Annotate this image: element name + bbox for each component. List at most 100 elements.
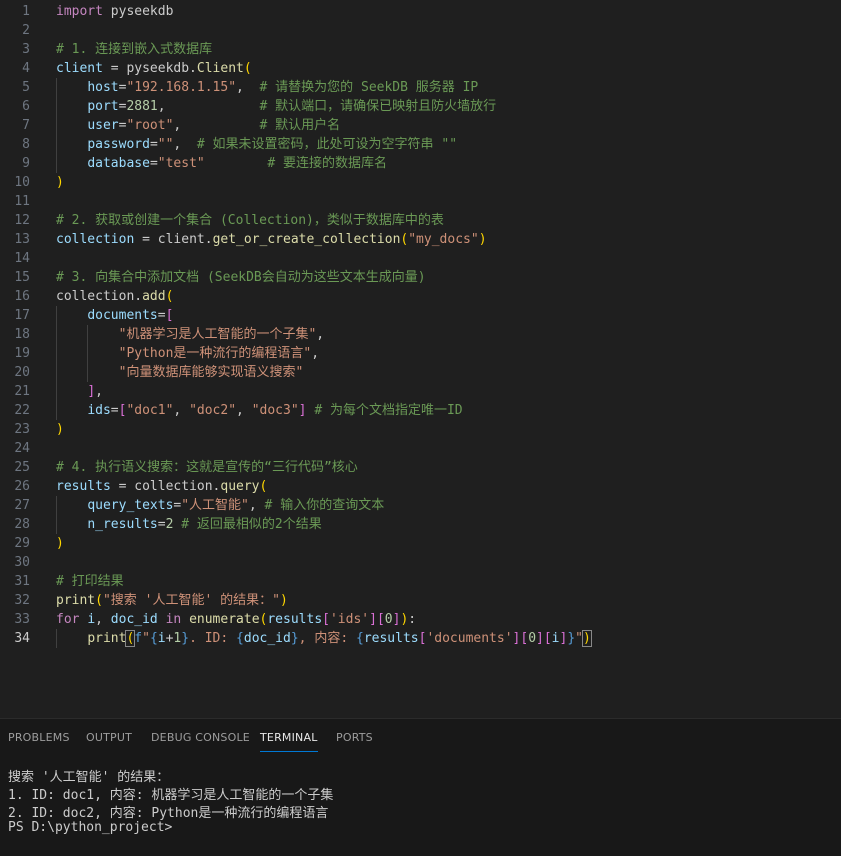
code-text: collection.add(: [56, 289, 174, 304]
indent-guide: [56, 78, 57, 173]
code-text: # 3. 向集合中添加文档 (SeekDB会自动为这些文本生成向量): [56, 270, 426, 285]
line-number: 33: [14, 612, 30, 627]
code-line[interactable]: 19 "Python是一种流行的编程语言",: [0, 344, 841, 363]
line-number: 20: [14, 365, 30, 380]
line-number: 30: [14, 555, 30, 570]
code-line[interactable]: 24: [0, 439, 841, 458]
code-text: n_results=2 # 返回最相似的2个结果: [87, 517, 322, 532]
code-text: # 4. 执行语义搜索：这就是宣传的“三行代码”核心: [56, 460, 358, 475]
code-line[interactable]: 21 ],: [0, 382, 841, 401]
code-text: user="root", # 默认用户名: [87, 118, 341, 133]
code-line[interactable]: 3 # 1. 连接到嵌入式数据库: [0, 40, 841, 59]
code-text: query_texts="人工智能", # 输入你的查询文本: [87, 498, 385, 513]
terminal-output-line: 1. ID: doc1, 内容: 机器学习是人工智能的一个子集: [8, 788, 334, 803]
code-line[interactable]: 25 # 4. 执行语义搜索：这就是宣传的“三行代码”核心: [0, 458, 841, 477]
line-number: 4: [22, 61, 30, 76]
line-number: 11: [14, 194, 30, 209]
code-line[interactable]: 30: [0, 553, 841, 572]
code-line[interactable]: 10): [0, 173, 841, 192]
tab-ports[interactable]: PORTS: [336, 731, 373, 744]
code-line[interactable]: 7 user="root", # 默认用户名: [0, 116, 841, 135]
code-line[interactable]: 34 print(f"{i+1}. ID: {doc_id}, 内容: {res…: [0, 629, 841, 648]
code-editor[interactable]: 1 import pyseekdb 2 3 # 1. 连接到嵌入式数据库 4 client …: [0, 0, 841, 718]
code-text: password="", # 如果未设置密码，此处可设为空字符串 "": [87, 137, 458, 152]
terminal-prompt[interactable]: PS D:\python_project>: [8, 820, 172, 835]
code-line[interactable]: 20 "向量数据库能够实现语义搜索": [0, 363, 841, 382]
code-text: port=2881, # 默认端口，请确保已映射且防火墙放行: [87, 99, 497, 114]
code-text: results = collection.query(: [56, 479, 268, 494]
bottom-panel: PROBLEMS OUTPUT DEBUG CONSOLE TERMINAL P…: [0, 718, 841, 856]
line-number: 28: [14, 517, 30, 532]
line-number: 21: [14, 384, 30, 399]
code-text: ],: [87, 384, 103, 399]
code-line[interactable]: 32 print("搜索 '人工智能' 的结果："): [0, 591, 841, 610]
code-line[interactable]: 15 # 3. 向集合中添加文档 (SeekDB会自动为这些文本生成向量): [0, 268, 841, 287]
line-number: 5: [22, 80, 30, 95]
code-text: print(f"{i+1}. ID: {doc_id}, 内容: {result…: [87, 630, 592, 647]
code-line[interactable]: 13 collection = client.get_or_create_coll…: [0, 230, 841, 249]
code-text: # 打印结果: [56, 574, 124, 589]
code-line[interactable]: 6 port=2881, # 默认端口，请确保已映射且防火墙放行: [0, 97, 841, 116]
line-number: 14: [14, 251, 30, 266]
code-text: ): [56, 536, 64, 551]
indent-guide: [56, 629, 57, 648]
code-text: ids=["doc1", "doc2", "doc3"] # 为每个文档指定唯一…: [87, 403, 463, 418]
code-line[interactable]: 17 documents=[: [0, 306, 841, 325]
code-line[interactable]: 18 "机器学习是人工智能的一个子集",: [0, 325, 841, 344]
code-line[interactable]: 29): [0, 534, 841, 553]
line-number: 1: [22, 4, 30, 19]
code-text: client = pyseekdb.Client(: [56, 61, 252, 76]
code-line[interactable]: 28 n_results=2 # 返回最相似的2个结果: [0, 515, 841, 534]
code-line[interactable]: 2: [0, 21, 841, 40]
code-line[interactable]: 31 # 打印结果: [0, 572, 841, 591]
code-text: host="192.168.1.15", # 请替换为您的 SeekDB 服务器…: [87, 80, 479, 95]
tab-output[interactable]: OUTPUT: [86, 731, 132, 744]
code-line[interactable]: 27 query_texts="人工智能", # 输入你的查询文本: [0, 496, 841, 515]
code-text: "向量数据库能够实现语义搜索": [118, 365, 304, 380]
terminal-output-line: 搜索 '人工智能' 的结果：: [8, 770, 170, 785]
code-line[interactable]: 1 import pyseekdb: [0, 2, 841, 21]
code-text: "Python是一种流行的编程语言",: [118, 346, 320, 361]
code-line[interactable]: 5 host="192.168.1.15", # 请替换为您的 SeekDB 服…: [0, 78, 841, 97]
code-text: print("搜索 '人工智能' 的结果："): [56, 593, 288, 608]
indent-guide: [56, 496, 57, 534]
line-number: 29: [14, 536, 30, 551]
code-line[interactable]: 12 # 2. 获取或创建一个集合 (Collection)，类似于数据库中的表: [0, 211, 841, 230]
line-number: 31: [14, 574, 30, 589]
line-number: 8: [22, 137, 30, 152]
code-text: import pyseekdb: [56, 4, 174, 19]
code-line[interactable]: 11: [0, 192, 841, 211]
code-line[interactable]: 4 client = pyseekdb.Client(: [0, 59, 841, 78]
line-number: 16: [14, 289, 30, 304]
tab-problems[interactable]: PROBLEMS: [8, 731, 70, 744]
code-line[interactable]: 22 ids=["doc1", "doc2", "doc3"] # 为每个文档指…: [0, 401, 841, 420]
code-text: ): [56, 175, 64, 190]
code-line[interactable]: 9 database="test" # 要连接的数据库名: [0, 154, 841, 173]
code-text: documents=[: [87, 308, 174, 323]
line-number: 13: [14, 232, 30, 247]
line-number: 24: [14, 441, 30, 456]
line-number: 18: [14, 327, 30, 342]
indent-guide: [56, 306, 57, 420]
terminal-output-line: 2. ID: doc2, 内容: Python是一种流行的编程语言: [8, 806, 329, 821]
code-line[interactable]: 23): [0, 420, 841, 439]
code-line[interactable]: 26 results = collection.query(: [0, 477, 841, 496]
line-number: 6: [22, 99, 30, 114]
line-number: 12: [14, 213, 30, 228]
line-number: 34: [14, 631, 30, 646]
code-text: "机器学习是人工智能的一个子集",: [118, 327, 325, 342]
code-line[interactable]: 8 password="", # 如果未设置密码，此处可设为空字符串 "": [0, 135, 841, 154]
line-number: 9: [22, 156, 30, 171]
line-number: 7: [22, 118, 30, 133]
code-text: # 2. 获取或创建一个集合 (Collection)，类似于数据库中的表: [56, 213, 444, 228]
line-number: 32: [14, 593, 30, 608]
line-number: 25: [14, 460, 30, 475]
code-line[interactable]: 14: [0, 249, 841, 268]
code-text: collection = client.get_or_create_collec…: [56, 232, 487, 247]
tab-debug-console[interactable]: DEBUG CONSOLE: [151, 731, 250, 744]
code-line[interactable]: 16 collection.add(: [0, 287, 841, 306]
code-line[interactable]: 33 for i, doc_id in enumerate(results['id…: [0, 610, 841, 629]
line-number: 2: [22, 23, 30, 38]
line-number: 17: [14, 308, 30, 323]
tab-terminal[interactable]: TERMINAL: [260, 731, 318, 752]
